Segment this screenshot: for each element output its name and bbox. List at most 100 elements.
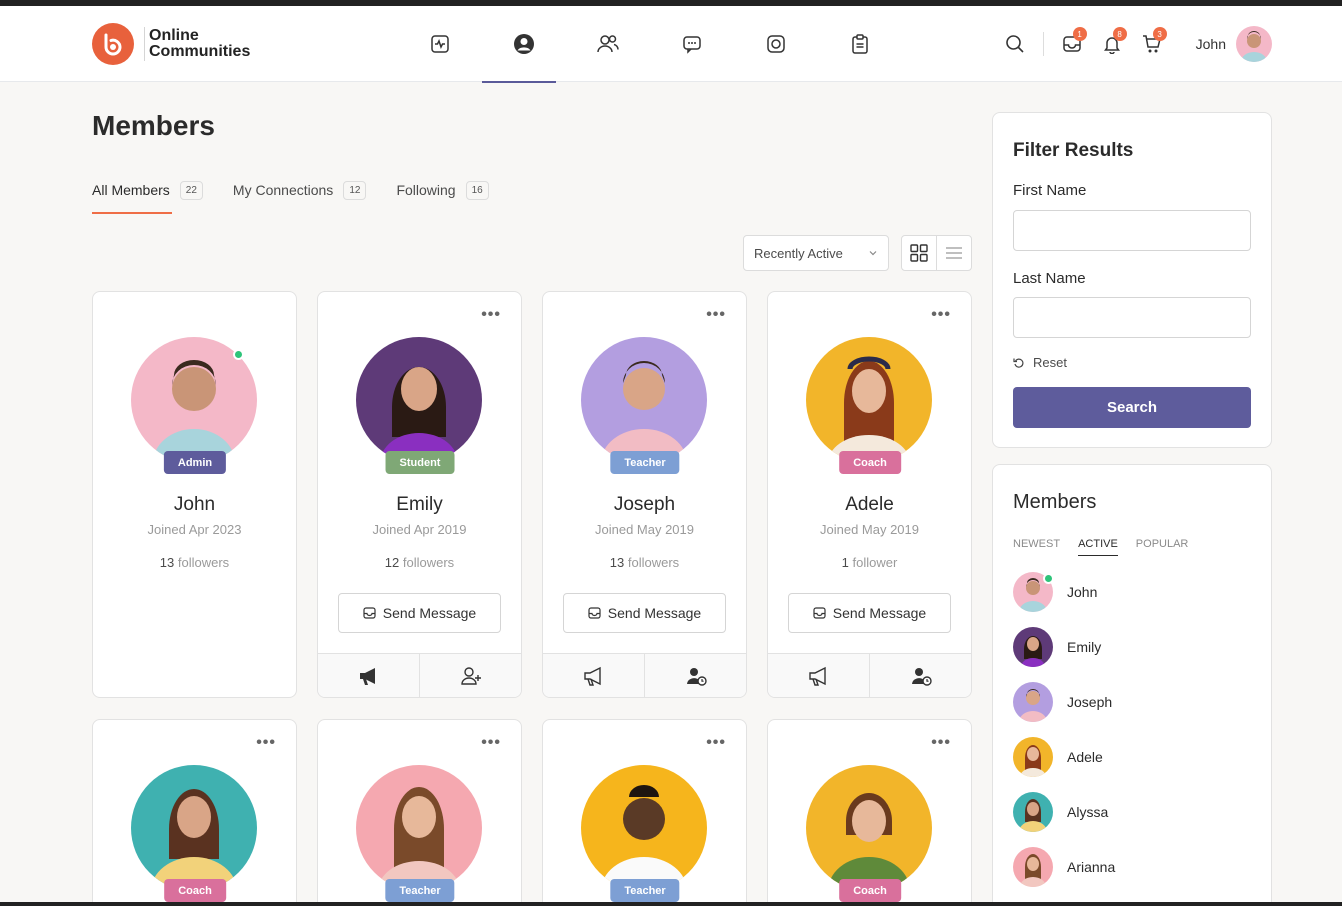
messages-button[interactable]: 1 — [1052, 24, 1092, 64]
avatar[interactable] — [1013, 847, 1053, 887]
member-card[interactable]: ••• Teacher — [542, 719, 747, 906]
list-item-name[interactable]: Adele — [1067, 749, 1103, 765]
tab-following[interactable]: Following 16 — [396, 181, 489, 214]
logo-icon — [92, 23, 134, 65]
member-card[interactable]: ••• Teacher — [317, 719, 522, 906]
member-name[interactable]: Joseph — [543, 494, 746, 516]
nav-forums[interactable] — [650, 6, 734, 82]
header-user-name[interactable]: John — [1196, 36, 1226, 52]
member-joined: Joined Apr 2023 — [147, 522, 242, 537]
connect-button[interactable] — [419, 654, 521, 697]
logo-line-1: Online — [149, 27, 199, 44]
connection-pending-button[interactable] — [869, 654, 971, 697]
more-options-button[interactable]: ••• — [481, 306, 501, 324]
member-card[interactable]: ••• Teacher Joseph Joined May 2019 13 fo… — [542, 291, 747, 698]
reset-button[interactable]: Reset — [1013, 355, 1067, 370]
tab-my-connections[interactable]: My Connections 12 — [233, 181, 367, 214]
send-message-button[interactable]: Send Message — [563, 593, 726, 633]
list-item[interactable]: John — [1013, 572, 1097, 612]
member-avatar[interactable] — [356, 337, 482, 463]
list-item[interactable]: Emily — [1013, 627, 1101, 667]
send-message-button[interactable]: Send Message — [338, 593, 501, 633]
tab-active[interactable]: ACTIVE — [1078, 538, 1118, 556]
documents-icon — [852, 34, 868, 54]
logo-divider — [144, 27, 145, 61]
role-badge: Teacher — [385, 879, 455, 902]
notifications-button[interactable]: 8 — [1092, 24, 1132, 64]
list-item-name[interactable]: Alyssa — [1067, 804, 1108, 820]
tab-all-members[interactable]: All Members 22 — [92, 181, 203, 214]
nav-members[interactable] — [566, 6, 650, 82]
connection-pending-button[interactable] — [644, 654, 746, 697]
list-item[interactable]: Arianna — [1013, 847, 1115, 887]
grid-view-button[interactable] — [902, 236, 936, 270]
nav-documents[interactable] — [818, 6, 902, 82]
add-user-icon — [460, 667, 481, 685]
mail-icon — [588, 607, 601, 619]
list-item[interactable]: Alyssa — [1013, 792, 1108, 832]
member-name[interactable]: John — [93, 494, 296, 516]
tab-label: Following — [396, 182, 456, 198]
nav-profile[interactable] — [482, 6, 566, 83]
avatar[interactable] — [1013, 627, 1053, 667]
member-avatar[interactable] — [806, 765, 932, 891]
nav-activity[interactable] — [398, 6, 482, 82]
reset-icon — [1013, 358, 1024, 368]
header-user-avatar[interactable] — [1236, 26, 1272, 62]
member-name[interactable]: Adele — [768, 494, 971, 516]
member-followers: 12 followers — [384, 555, 455, 570]
avatar[interactable] — [1013, 737, 1053, 777]
member-avatar[interactable] — [806, 337, 932, 463]
sort-select[interactable]: Recently Active — [743, 235, 889, 271]
follow-button[interactable] — [768, 654, 869, 697]
list-item-name[interactable]: Emily — [1067, 639, 1101, 655]
member-name[interactable]: Emily — [318, 494, 521, 516]
avatar[interactable] — [1013, 792, 1053, 832]
list-item-name[interactable]: Joseph — [1067, 694, 1112, 710]
header-divider — [1042, 32, 1044, 56]
tab-popular[interactable]: POPULAR — [1136, 538, 1189, 556]
more-options-button[interactable]: ••• — [481, 734, 501, 752]
member-card[interactable]: ••• Coach — [767, 719, 972, 906]
messages-count-badge: 1 — [1072, 27, 1087, 41]
user-clock-icon — [911, 668, 932, 686]
tab-count-badge: 22 — [179, 181, 203, 200]
member-joined: Joined May 2019 — [819, 522, 919, 537]
more-options-button[interactable]: ••• — [256, 734, 276, 752]
member-avatar[interactable] — [581, 337, 707, 463]
more-options-button[interactable]: ••• — [706, 734, 726, 752]
list-item[interactable]: Joseph — [1013, 682, 1112, 722]
first-name-label: First Name — [1013, 182, 1087, 199]
first-name-input[interactable] — [1013, 210, 1251, 251]
list-item-name[interactable]: Arianna — [1067, 859, 1115, 875]
role-badge: Coach — [839, 879, 901, 902]
user-clock-icon — [686, 668, 707, 686]
more-options-button[interactable]: ••• — [931, 306, 951, 324]
list-item-name[interactable]: John — [1067, 584, 1097, 600]
member-followers: 1 follower — [841, 555, 898, 570]
list-view-button[interactable] — [936, 236, 971, 270]
avatar[interactable] — [1013, 682, 1053, 722]
member-card[interactable]: ••• Coach Adele Joined May 2019 1 follow… — [767, 291, 972, 698]
member-avatar[interactable] — [131, 765, 257, 891]
follow-button[interactable] — [543, 654, 644, 697]
member-avatar[interactable] — [356, 765, 482, 891]
site-logo[interactable]: Online Communities — [92, 23, 250, 65]
last-name-input[interactable] — [1013, 297, 1251, 338]
member-card[interactable]: Admin John Joined Apr 2023 13 followers — [92, 291, 297, 698]
member-card[interactable]: ••• Coach — [92, 719, 297, 906]
cart-button[interactable]: 3 — [1132, 24, 1172, 64]
member-avatar[interactable] — [581, 765, 707, 891]
nav-photos[interactable] — [734, 6, 818, 82]
search-button[interactable]: Search — [1013, 387, 1251, 428]
tab-newest[interactable]: NEWEST — [1013, 538, 1060, 556]
megaphone-filled-icon — [359, 668, 375, 685]
send-message-label: Send Message — [607, 605, 702, 621]
more-options-button[interactable]: ••• — [931, 734, 951, 752]
follow-button[interactable] — [318, 654, 419, 697]
more-options-button[interactable]: ••• — [706, 306, 726, 324]
member-card[interactable]: ••• Student Emily Joined Apr 2019 12 fol… — [317, 291, 522, 698]
send-message-button[interactable]: Send Message — [788, 593, 951, 633]
list-item[interactable]: Adele — [1013, 737, 1103, 777]
header-search-button[interactable] — [995, 24, 1035, 64]
